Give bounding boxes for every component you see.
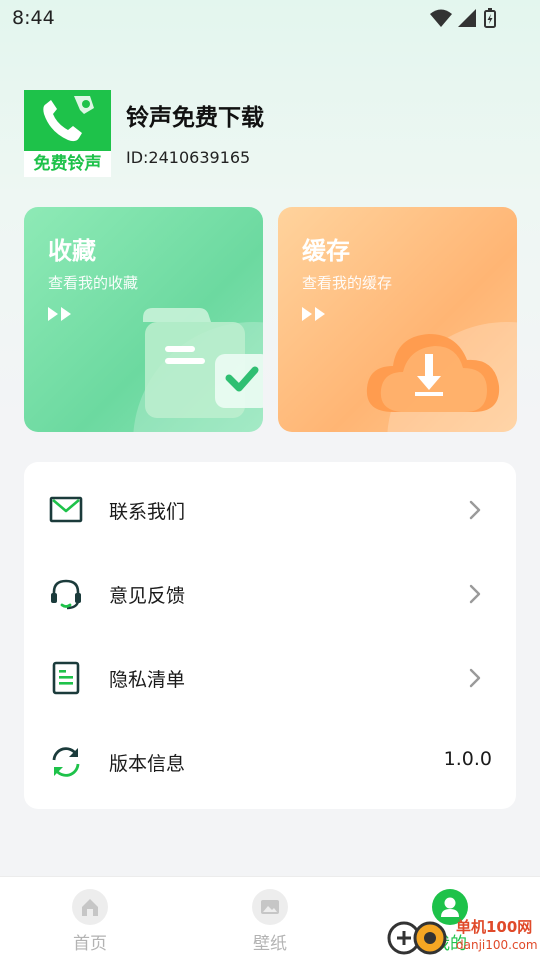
menu-item-feedback[interactable]: 意见反馈 <box>24 552 516 636</box>
double-arrow-icon <box>302 307 325 321</box>
favorites-title: 收藏 <box>48 237 96 265</box>
version-value: 1.0.0 <box>443 748 492 770</box>
menu-label-version-info: 版本信息 <box>109 753 186 775</box>
chevron-right-icon <box>469 668 481 688</box>
menu-label-feedback: 意见反馈 <box>109 585 186 607</box>
favorites-subtitle: 查看我的收藏 <box>48 274 139 292</box>
phone-icon <box>43 96 94 142</box>
chevron-right-icon <box>469 500 481 520</box>
app-logo: 免费铃声 <box>24 90 111 177</box>
logo-text: 免费铃声 <box>24 151 111 177</box>
menu-label-privacy-list: 隐私清单 <box>109 669 186 691</box>
cache-title: 缓存 <box>302 237 350 265</box>
signal-icon <box>458 9 476 27</box>
status-bar: 8:44 <box>0 0 540 36</box>
menu-label-contact-us: 联系我们 <box>109 501 186 523</box>
chevron-right-icon <box>469 584 481 604</box>
mail-icon <box>49 496 83 523</box>
watermark-subtext: danji100.com <box>456 938 538 952</box>
profile-name: 铃声免费下载 <box>126 105 264 131</box>
tab-label-home: 首页 <box>73 934 107 954</box>
menu-item-version-info[interactable]: 版本信息 1.0.0 <box>24 720 516 804</box>
tab-wallpaper[interactable]: 壁纸 <box>180 877 360 961</box>
settings-menu: 联系我们 意见反馈 隐私清单 版本信息 1.0.0 <box>24 462 516 809</box>
headset-icon <box>51 579 81 610</box>
wifi-icon <box>430 9 452 27</box>
profile-header: 免费铃声 铃声免费下载 ID:2410639165 <box>24 90 516 180</box>
document-list-icon <box>52 661 80 695</box>
folder-check-icon <box>133 308 263 432</box>
menu-item-contact-us[interactable]: 联系我们 <box>24 468 516 552</box>
watermark-text: 单机100网 <box>456 918 533 936</box>
refresh-icon <box>52 747 80 777</box>
profile-id: ID:2410639165 <box>126 148 251 167</box>
image-icon <box>252 889 288 925</box>
home-icon <box>72 889 108 925</box>
status-icons <box>430 8 496 28</box>
cache-card[interactable]: 缓存 查看我的缓存 <box>278 207 517 432</box>
tab-label-wallpaper: 壁纸 <box>253 934 287 954</box>
tab-home[interactable]: 首页 <box>0 877 180 961</box>
status-time: 8:44 <box>12 7 55 29</box>
cloud-download-icon <box>366 322 517 432</box>
favorites-card[interactable]: 收藏 查看我的收藏 <box>24 207 263 432</box>
watermark-logo-icon <box>387 921 447 955</box>
double-arrow-icon <box>48 307 71 321</box>
menu-item-privacy-list[interactable]: 隐私清单 <box>24 636 516 720</box>
watermark: 单机100网 danji100.com <box>386 916 538 960</box>
battery-icon <box>484 8 496 28</box>
cache-subtitle: 查看我的缓存 <box>302 274 393 292</box>
